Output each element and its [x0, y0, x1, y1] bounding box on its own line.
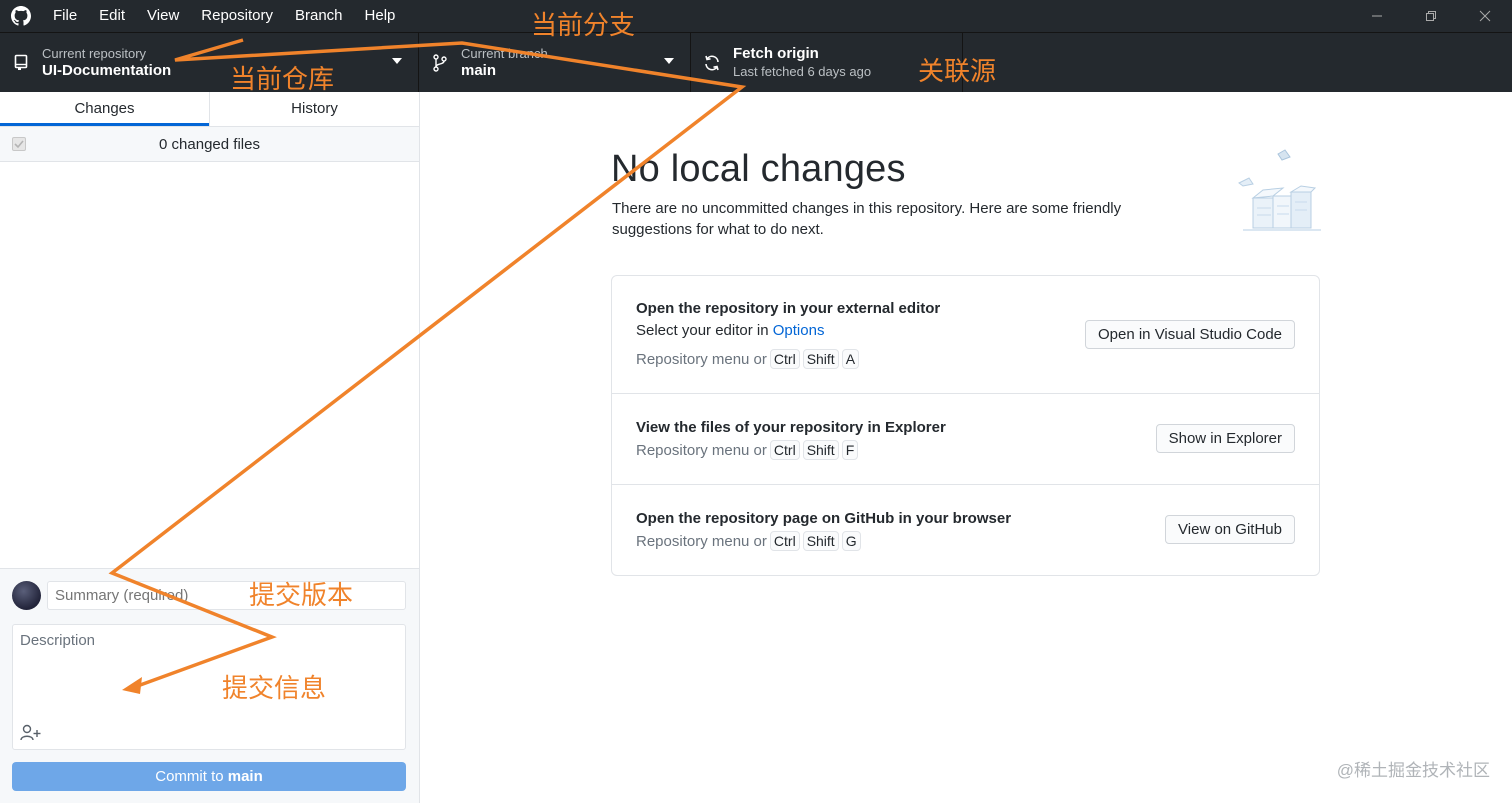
card-title: View the files of your repository in Exp… [636, 419, 946, 436]
main-panel: No local changes There are no uncommitte… [421, 92, 1512, 803]
menu-edit[interactable]: Edit [88, 0, 136, 32]
menu-file[interactable]: File [42, 0, 88, 32]
repo-caption: Current repository [42, 46, 147, 61]
annotation-repo: 当前仓库 [230, 65, 335, 95]
options-link[interactable]: Options [773, 322, 825, 339]
key-ctrl: Ctrl [769, 531, 800, 551]
changed-files-header: 0 changed files [0, 127, 419, 162]
card-show-in-explorer: View the files of your repository in Exp… [612, 394, 1319, 485]
toolbar: Current repository UI-Documentation Curr… [0, 32, 1512, 92]
menu-repository[interactable]: Repository [190, 0, 284, 32]
chevron-down-icon [392, 58, 402, 64]
card-view-on-github: Open the repository page on GitHub in yo… [612, 485, 1319, 575]
commit-button[interactable]: Commit to main [12, 762, 406, 791]
view-on-github-button[interactable]: View on GitHub [1165, 515, 1295, 544]
changed-files-count: 0 changed files [159, 135, 260, 153]
restore-icon[interactable] [1404, 0, 1458, 32]
card-line-text: Select your editor in [636, 322, 773, 339]
key-ctrl: Ctrl [769, 349, 800, 369]
window-controls [1350, 0, 1512, 32]
sidebar: Changes History 0 changed files Descript… [0, 92, 420, 803]
repo-name: UI-Documentation [42, 62, 172, 79]
annotation-info: 提交信息 [222, 674, 327, 704]
tab-changes[interactable]: Changes [0, 92, 209, 126]
annotation-origin: 关联源 [918, 57, 997, 87]
title-bar: File Edit View Repository Branch Help [0, 0, 1512, 32]
key-shift: Shift [802, 440, 839, 460]
description-field[interactable]: Description [12, 624, 406, 750]
key-shift: Shift [802, 531, 839, 551]
commit-form: Description Commit to main [0, 568, 419, 803]
key-ctrl: Ctrl [769, 440, 800, 460]
keyboard-shortcut: Repository menu or Ctrl Shift A [636, 349, 860, 369]
suggestion-cards: Open the repository in your external edi… [611, 275, 1320, 576]
branch-icon [431, 53, 449, 72]
close-icon[interactable] [1458, 0, 1512, 32]
menu-bar: File Edit View Repository Branch Help [42, 0, 406, 32]
github-logo-icon [0, 0, 42, 32]
add-coauthor-icon[interactable] [20, 724, 42, 742]
branch-caption: Current branch [461, 46, 548, 61]
sidebar-tabs: Changes History [0, 92, 419, 127]
card-description: Select your editor in Options [636, 322, 824, 339]
commit-button-branch: main [227, 768, 263, 785]
open-in-editor-button[interactable]: Open in Visual Studio Code [1084, 320, 1295, 349]
watermark: @稀土掘金技术社区 [1336, 761, 1490, 780]
card-external-editor: Open the repository in your external edi… [612, 276, 1319, 394]
empty-state-illustration-icon [1233, 148, 1323, 243]
key-g: G [841, 531, 861, 551]
fetch-subtitle: Last fetched 6 days ago [733, 64, 872, 79]
select-all-checkbox[interactable] [12, 137, 26, 151]
sync-icon [703, 54, 721, 72]
menu-view[interactable]: View [136, 0, 190, 32]
key-shift: Shift [802, 349, 839, 369]
menu-branch[interactable]: Branch [284, 0, 354, 32]
chevron-down-icon [664, 58, 674, 64]
description-placeholder: Description [20, 632, 96, 649]
commit-button-prefix: Commit to [155, 768, 228, 785]
shortcut-prefix: Repository menu or [636, 532, 767, 550]
tab-history[interactable]: History [209, 92, 419, 126]
current-repository-dropdown[interactable]: Current repository UI-Documentation [0, 33, 419, 92]
shortcut-prefix: Repository menu or [636, 441, 767, 459]
menu-help[interactable]: Help [354, 0, 407, 32]
repo-icon [12, 54, 30, 72]
keyboard-shortcut: Repository menu or Ctrl Shift F [636, 440, 859, 460]
card-title: Open the repository in your external edi… [636, 300, 941, 317]
minimize-icon[interactable] [1350, 0, 1404, 32]
avatar [12, 581, 41, 610]
shortcut-prefix: Repository menu or [636, 350, 767, 368]
keyboard-shortcut: Repository menu or Ctrl Shift G [636, 531, 861, 551]
card-title: Open the repository page on GitHub in yo… [636, 510, 1012, 527]
fetch-title: Fetch origin [733, 45, 819, 62]
annotation-branch: 当前分支 [531, 11, 636, 41]
branch-name: main [461, 62, 497, 79]
key-f: F [841, 440, 859, 460]
annotation-commit: 提交版本 [249, 581, 354, 611]
show-in-explorer-button[interactable]: Show in Explorer [1155, 424, 1295, 453]
page-subtitle: There are no uncommitted changes in this… [612, 200, 1122, 238]
key-a: A [841, 349, 860, 369]
page-title: No local changes [611, 148, 906, 190]
